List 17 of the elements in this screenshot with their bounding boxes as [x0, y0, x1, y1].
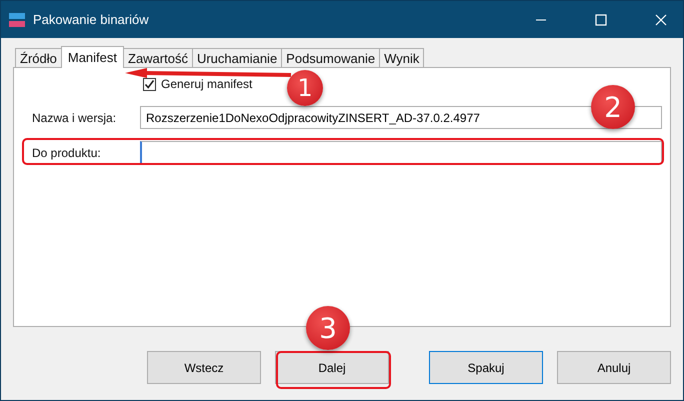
input-field[interactable] [140, 141, 662, 164]
dialog-button[interactable]: Spakuj [429, 351, 543, 384]
tab[interactable]: Manifest [60, 46, 124, 68]
checkbox-label: Generuj manifest [161, 77, 252, 91]
field-label: Do produktu: [32, 146, 102, 160]
tab[interactable]: Źródło [15, 48, 62, 67]
checkbox[interactable] [143, 78, 156, 90]
dialog-button[interactable]: Dalej [275, 351, 389, 384]
maximize-icon[interactable] [595, 14, 607, 26]
dialog-button[interactable]: Anuluj [557, 351, 671, 384]
field-label: Nazwa i wersja: [32, 110, 118, 124]
app-logo-icon [9, 12, 25, 26]
window-title: Pakowanie binariów [33, 12, 149, 27]
dialog-button[interactable]: Wstecz [147, 351, 261, 384]
step-badge: 3 [306, 306, 350, 350]
tab[interactable]: Wynik [379, 48, 424, 67]
close-icon[interactable] [655, 14, 667, 26]
